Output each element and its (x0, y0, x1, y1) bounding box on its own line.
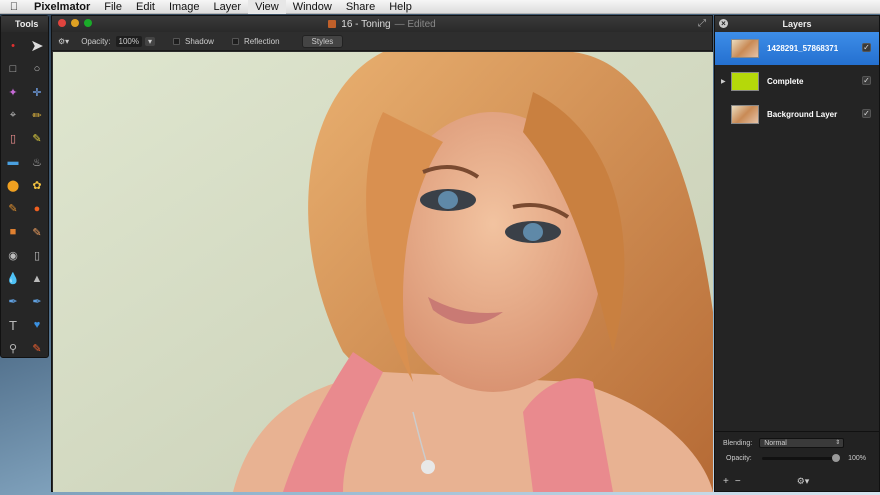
tools-title: Tools (1, 16, 48, 32)
reflection-label: Reflection (243, 36, 280, 46)
brush-icon[interactable]: ✎ (1, 197, 25, 220)
dodge-icon[interactable]: ● (25, 197, 49, 220)
fullscreen-icon[interactable]: ⤢ (698, 18, 706, 29)
lasso-icon[interactable]: ✛ (25, 81, 49, 104)
slider-knob[interactable] (832, 454, 841, 462)
menu-edit[interactable]: Edit (129, 0, 162, 14)
pen-icon[interactable]: ✒ (1, 290, 25, 313)
tools-palette: Tools • ➤ □ ○ ✦ ✛ ⌖ ✏ ▯ ✎ ▬ ♨ ⬤ ✿ ✎ ● ■ … (0, 15, 49, 358)
disclosure-triangle-icon[interactable]: ▶ (721, 78, 726, 85)
minimize-window-button[interactable] (71, 19, 79, 27)
layer-row[interactable]: 1428291_57868371 ✓ (715, 32, 879, 65)
layer-name: Background Layer (767, 110, 838, 119)
zoom-icon[interactable]: ⚲ (1, 337, 25, 360)
blending-row: Blending: Normal ⇕ (723, 438, 845, 448)
sponge-icon[interactable]: ⬤ (1, 174, 25, 197)
reflection-checkbox[interactable] (231, 37, 239, 45)
eraser-icon[interactable]: ▯ (1, 127, 25, 150)
layer-visibility-checkbox[interactable]: ✓ (862, 109, 871, 118)
pointer-arrow-icon[interactable]: ➤ (25, 34, 49, 57)
menu-share[interactable]: Share (339, 0, 382, 14)
type-icon[interactable]: T (1, 314, 25, 337)
gradient-icon[interactable]: ▬ (1, 150, 25, 173)
paint-bucket-icon[interactable]: ♨ (25, 150, 49, 173)
clone-stamp-icon[interactable]: ■ (1, 220, 25, 243)
document-title: 16 - Toning (341, 18, 391, 30)
eraser-alt-icon[interactable]: ▯ (25, 244, 49, 267)
document-icon (328, 20, 337, 28)
opacity-label: Opacity: (81, 36, 111, 46)
menu-app-name[interactable]: Pixelmator (28, 0, 97, 14)
opacity-field[interactable]: 100% (115, 35, 142, 47)
menu-layer[interactable]: Layer (207, 0, 249, 14)
reflection-option[interactable]: Reflection (231, 36, 280, 46)
zoom-window-button[interactable] (84, 19, 92, 27)
menu-view[interactable]: View (248, 0, 286, 14)
pencil-icon[interactable]: ✎ (25, 127, 49, 150)
layer-opacity-label: Opacity: (726, 455, 752, 462)
rect-select-icon[interactable]: □ (1, 57, 25, 80)
layer-thumbnail (731, 105, 759, 124)
window-titlebar[interactable]: 16 - Toning — Edited ⤢ (52, 16, 712, 32)
red-eye-icon[interactable]: ◉ (1, 244, 25, 267)
menu-bar:  Pixelmator File Edit Image Layer View … (0, 0, 880, 14)
opacity-dropdown[interactable]: ▾ (145, 36, 156, 46)
traffic-lights (58, 19, 92, 27)
blending-select[interactable]: Normal ⇕ (759, 438, 845, 448)
red-pixel-icon[interactable]: • (1, 34, 25, 57)
image-canvas[interactable] (53, 52, 713, 492)
shadow-label: Shadow (185, 36, 214, 46)
layers-title-bar: × Layers (715, 16, 879, 32)
tool-options-bar: ⚙▾ Opacity: 100% ▾ Shadow Reflection Sty… (52, 32, 712, 51)
layer-opacity-row: Opacity: 100% (726, 454, 866, 462)
layer-name: 1428291_57868371 (767, 44, 839, 53)
layer-name: Complete (767, 77, 804, 86)
layers-panel: × Layers 1428291_57868371 ✓ ▶ Complete ✓… (714, 15, 880, 492)
document-status: — Edited (394, 18, 436, 30)
add-layer-icon[interactable]: + (723, 476, 729, 487)
shadow-checkbox[interactable] (173, 37, 181, 45)
styles-button[interactable]: Styles (301, 34, 344, 48)
layer-row[interactable]: Background Layer ✓ (715, 98, 879, 131)
layers-title: Layers (782, 19, 812, 29)
menu-file[interactable]: File (97, 0, 129, 14)
layer-row[interactable]: ▶ Complete ✓ (715, 65, 879, 98)
layer-settings-gear-icon[interactable]: ⚙▾ (797, 476, 810, 487)
close-icon[interactable]: × (719, 19, 728, 28)
select-arrows-icon: ⇕ (835, 440, 841, 446)
freeform-pen-icon[interactable]: ✒ (25, 290, 49, 313)
smudge-icon[interactable]: ✎ (25, 220, 49, 243)
burn-icon[interactable]: ✿ (25, 174, 49, 197)
magic-wand-icon[interactable]: ✦ (1, 81, 25, 104)
layer-thumbnail (731, 39, 759, 58)
layer-thumbnail (731, 72, 759, 91)
gear-icon[interactable]: ⚙▾ (58, 37, 69, 46)
layers-footer: Blending: Normal ⇕ Opacity: 100% + − ⚙▾ (715, 431, 879, 491)
crop-icon[interactable]: ⌖ (1, 104, 25, 127)
blur-icon[interactable]: 💧 (1, 267, 25, 290)
close-window-button[interactable] (58, 19, 66, 27)
tool-grid: • ➤ □ ○ ✦ ✛ ⌖ ✏ ▯ ✎ ▬ ♨ ⬤ ✿ ✎ ● ■ ✎ ◉ ▯ … (1, 32, 48, 360)
blending-label: Blending: (723, 439, 753, 447)
hand-icon[interactable]: ✎ (25, 337, 49, 360)
eyedropper-icon[interactable]: ✏ (25, 104, 49, 127)
shadow-option[interactable]: Shadow (173, 37, 214, 46)
portrait-photo (53, 52, 713, 492)
blending-value: Normal (764, 440, 787, 447)
menu-image[interactable]: Image (162, 0, 207, 14)
menu-help[interactable]: Help (382, 0, 419, 14)
layer-opacity-value: 100% (848, 455, 866, 462)
remove-layer-icon[interactable]: − (735, 476, 741, 487)
ellipse-select-icon[interactable]: ○ (25, 57, 49, 80)
layer-visibility-checkbox[interactable]: ✓ (862, 76, 871, 85)
apple-icon[interactable]:  (0, 1, 28, 13)
document-window: 16 - Toning — Edited ⤢ ⚙▾ Opacity: 100% … (51, 15, 713, 492)
layer-actions: + − ⚙▾ (723, 476, 873, 487)
sharpen-icon[interactable]: ▲ (25, 267, 49, 290)
menu-window[interactable]: Window (286, 0, 339, 14)
layer-opacity-slider[interactable] (761, 454, 841, 462)
layer-visibility-checkbox[interactable]: ✓ (862, 43, 871, 52)
shape-heart-icon[interactable]: ♥ (25, 314, 49, 337)
